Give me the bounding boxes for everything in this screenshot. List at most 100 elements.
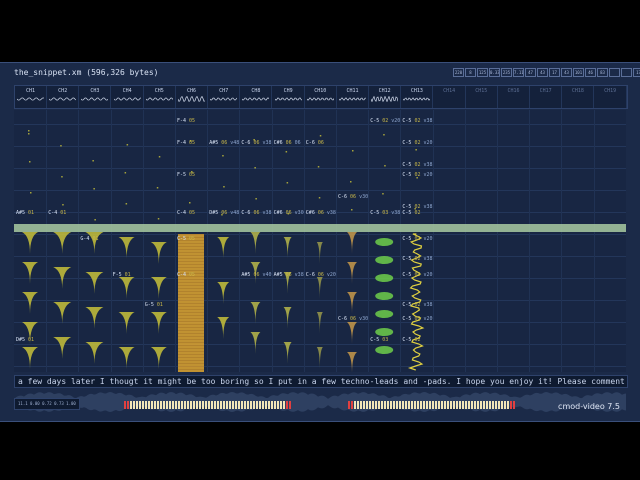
- channel-divider: [368, 110, 370, 372]
- player-window: the_snippet.xm (596,326 bytes) 220 8 125 0.…: [0, 62, 640, 422]
- channel-divider: [464, 110, 466, 372]
- channel-header: CH1 CH2 CH3 CH4 CH5 CH6 CH7 CH8 CH9 CH10 CH11 CH12 C…: [14, 85, 628, 109]
- channel-divider: [432, 110, 434, 372]
- note-pitch: G-4: [80, 236, 93, 242]
- pattern-note: C-5 02 v20: [402, 140, 432, 146]
- channel-label: CH14: [443, 88, 456, 94]
- channel-15[interactable]: CH15: [466, 86, 498, 108]
- channel-label: CH19: [604, 88, 617, 94]
- channel-14[interactable]: CH14: [434, 86, 466, 108]
- note-pitch: C-5: [402, 210, 415, 216]
- pattern-note: C-4 05: [177, 210, 195, 216]
- channel-7[interactable]: CH7: [208, 86, 241, 108]
- pattern-note: C-5 02 v38: [402, 302, 432, 308]
- channel-divider: [271, 110, 273, 372]
- channel-5[interactable]: CH5: [144, 86, 176, 108]
- channel-12[interactable]: CH12: [369, 86, 402, 108]
- row-divider: [14, 256, 626, 257]
- status-badge: 7.11: [513, 68, 524, 77]
- channel-label: CH9: [283, 88, 293, 94]
- note-instrument: 05: [189, 140, 196, 146]
- pattern-note: C-4 01: [48, 210, 66, 216]
- channel-wave-icon: [49, 97, 77, 101]
- channel-label: CH10: [314, 88, 327, 94]
- note-volume: v20: [391, 118, 401, 124]
- status-badge: [621, 68, 632, 77]
- channel-label: CH17: [539, 88, 552, 94]
- channel-wave-icon: [242, 97, 270, 101]
- channel-divider: [400, 110, 402, 372]
- pattern-note: C-6 06 v20: [306, 272, 336, 278]
- status-badge: 235: [501, 68, 512, 77]
- channel-11[interactable]: CH11: [337, 86, 369, 108]
- time-readout: 11.1 0.00 0.72 0.73 1.00: [14, 398, 80, 410]
- channel-16[interactable]: CH16: [498, 86, 530, 108]
- channel-label: CH3: [90, 88, 100, 94]
- channel-18[interactable]: CH18: [562, 86, 595, 108]
- channel-4[interactable]: CH4: [112, 86, 144, 108]
- channel-label: CH1: [25, 88, 36, 94]
- status-badge: 101: [573, 68, 584, 77]
- channel-9[interactable]: CH9: [273, 86, 305, 108]
- status-badge: 83: [597, 68, 608, 77]
- channel-label: CH5: [154, 88, 164, 94]
- channel-label: CH6: [186, 88, 197, 94]
- pattern-note: C-5 02 v20: [402, 236, 432, 242]
- pattern-note: C#6 06 v38: [306, 210, 336, 216]
- status-badge: 0.33: [489, 68, 500, 77]
- channel-17[interactable]: CH17: [530, 86, 563, 108]
- note-volume: v30: [359, 194, 369, 200]
- note-instrument: 01: [92, 236, 99, 242]
- note-volume: v38: [423, 256, 433, 262]
- channel-3[interactable]: CH3: [79, 86, 112, 108]
- note-pitch: C-5: [402, 140, 415, 146]
- note-instrument: 02: [414, 210, 421, 216]
- channel-wave-icon: [339, 97, 366, 101]
- note-pitch: C-5: [402, 256, 415, 262]
- row-divider: [14, 124, 626, 125]
- channel-1[interactable]: CH1: [15, 86, 47, 108]
- note-volume: 06: [294, 140, 301, 146]
- note-pitch: C-5: [370, 210, 383, 216]
- note-pitch: C-5: [402, 316, 415, 322]
- channel-divider: [46, 110, 48, 372]
- status-badge: 47: [525, 68, 536, 77]
- note-instrument: 06: [317, 272, 327, 278]
- note-instrument: 03: [382, 210, 392, 216]
- channel-2[interactable]: CH2: [47, 86, 80, 108]
- pattern-note: C-6 06: [306, 140, 324, 146]
- channel-13[interactable]: CH13: [401, 86, 434, 108]
- note-pitch: A#5: [273, 272, 286, 278]
- channel-divider: [78, 110, 80, 372]
- channel-wave-icon: [403, 97, 431, 101]
- channel-6[interactable]: CH6: [176, 86, 208, 108]
- row-divider: [14, 300, 626, 301]
- channel-label: CH4: [122, 88, 132, 94]
- pattern-note: A#5 01: [16, 210, 34, 216]
- channel-divider: [593, 110, 595, 372]
- channel-label: CH15: [475, 88, 488, 94]
- vu-meter-left: [124, 401, 291, 409]
- pattern-note: F-5 01: [113, 272, 131, 278]
- note-pitch: C-5: [402, 236, 415, 242]
- row-divider: [14, 190, 626, 191]
- window-title: the_snippet.xm (596,326 bytes): [14, 68, 159, 77]
- note-instrument: 05: [189, 172, 196, 178]
- channel-label: CH13: [410, 88, 423, 94]
- note-instrument: 01: [156, 302, 163, 308]
- note-instrument: 01: [124, 272, 131, 278]
- pattern-note: C#6 06 v30: [274, 210, 304, 216]
- note-instrument: 06: [350, 316, 360, 322]
- note-volume: v48: [230, 210, 240, 216]
- channel-10[interactable]: CH10: [305, 86, 337, 108]
- note-pitch: C-5: [402, 162, 415, 168]
- pattern-note: C-5 02 v38: [402, 162, 432, 168]
- row-divider: [14, 366, 626, 367]
- channel-19[interactable]: CH19: [595, 86, 627, 108]
- note-pitch: C-6: [241, 210, 254, 216]
- ticker-text: a few days later I thougt it might be to…: [18, 377, 628, 386]
- row-divider: [14, 168, 626, 169]
- note-pitch: C-5: [370, 337, 383, 343]
- channel-wave-icon: [81, 97, 109, 101]
- channel-8[interactable]: CH8: [240, 86, 273, 108]
